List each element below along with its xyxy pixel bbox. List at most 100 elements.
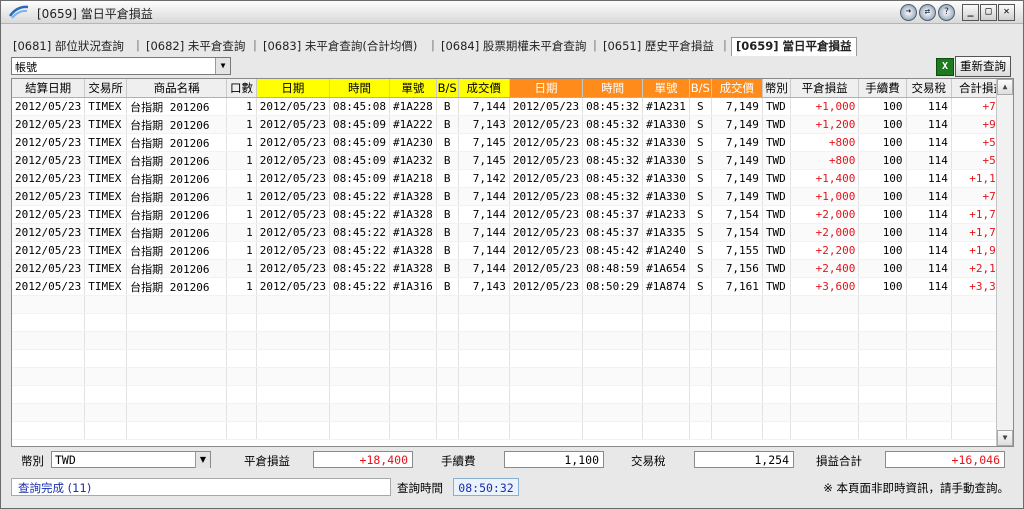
currency-select[interactable]: TWD ▼ (51, 451, 211, 468)
table-row[interactable]: 2012/05/23 TIMEX 台指期 201206 1 2012/05/23 08:4… (12, 259, 1013, 278)
scroll-up-icon[interactable]: ▲ (997, 79, 1013, 95)
excel-export-button[interactable]: X (936, 58, 954, 76)
col-open-price[interactable]: 成交價 (458, 79, 510, 98)
title-bar[interactable]: [0659] 當日平倉損益 ➜ ⇄ ? _ □ ✕ (1, 1, 1023, 24)
col-fee[interactable]: 手續費 (858, 79, 907, 98)
col-close-time[interactable]: 時間 (582, 79, 644, 98)
empty-cell (126, 331, 228, 350)
tab-0651[interactable]: [0651] 歷史平倉損益 (603, 38, 714, 55)
empty-cell (12, 421, 86, 440)
table-cell: 台指期 201206 (126, 259, 228, 278)
table-cell: 1 (226, 115, 257, 134)
empty-cell (858, 313, 907, 332)
table-cell: B (436, 169, 459, 188)
table-row[interactable]: 2012/05/23 TIMEX 台指期 201206 1 2012/05/23 08:4… (12, 205, 1013, 224)
col-open-date[interactable]: 日期 (256, 79, 331, 98)
empty-cell (642, 403, 690, 422)
account-select[interactable]: 帳號 ▼ (11, 57, 231, 75)
empty-cell (509, 313, 584, 332)
chevron-down-icon[interactable]: ▼ (215, 58, 230, 74)
table-cell: TIMEX (84, 97, 128, 116)
col-close-order[interactable]: 單號 (642, 79, 690, 98)
empty-cell (582, 385, 644, 404)
table-row[interactable]: 2012/05/23 TIMEX 台指期 201206 1 2012/05/23 08:4… (12, 133, 1013, 152)
close-button[interactable]: ✕ (998, 4, 1015, 21)
table-cell: 2012/05/23 (509, 133, 584, 152)
table-row[interactable]: 2012/05/23 TIMEX 台指期 201206 1 2012/05/23 08:4… (12, 277, 1013, 296)
col-open-order[interactable]: 單號 (389, 79, 437, 98)
manual-query-note: ※ 本頁面非即時資訊，請手動查詢。 (823, 481, 1009, 495)
forward-icon[interactable]: ➜ (900, 4, 917, 21)
empty-cell (711, 349, 763, 368)
table-cell: 08:45:22 (329, 223, 390, 242)
empty-cell (458, 421, 510, 440)
table-cell: 2012/05/23 (509, 115, 584, 134)
table-cell: 08:45:22 (329, 187, 390, 206)
table-row[interactable]: 2012/05/23 TIMEX 台指期 201206 1 2012/05/23 08:4… (12, 169, 1013, 188)
table-row[interactable]: 2012/05/23 TIMEX 台指期 201206 1 2012/05/23 08:4… (12, 115, 1013, 134)
tab-0683[interactable]: [0683] 未平倉查詢(合計均價) (263, 38, 417, 55)
empty-cell (329, 385, 390, 404)
table-row[interactable]: 2012/05/23 TIMEX 台指期 201206 1 2012/05/23 08:4… (12, 241, 1013, 260)
table-cell: 114 (906, 223, 952, 242)
empty-cell (84, 295, 128, 314)
empty-cell (711, 313, 763, 332)
status-message: 查詢完成 (11) (11, 478, 391, 496)
empty-cell (329, 349, 390, 368)
empty-cell (689, 295, 712, 314)
table-row[interactable]: 2012/05/23 TIMEX 台指期 201206 1 2012/05/23 08:4… (12, 151, 1013, 170)
empty-cell (689, 367, 712, 386)
empty-cell (436, 403, 459, 422)
table-row[interactable]: 2012/05/23 TIMEX 台指期 201206 1 2012/05/23 08:4… (12, 187, 1013, 206)
tab-0659[interactable]: [0659] 當日平倉損益 (731, 37, 857, 56)
status-bar: 查詢完成 (11) 查詢時間 08:50:32 ※ 本頁面非即時資訊，請手動查詢… (1, 477, 1023, 497)
maximize-button[interactable]: □ (980, 4, 997, 21)
table-cell: S (689, 223, 712, 242)
table-cell: 2012/05/23 (12, 133, 86, 152)
vertical-scrollbar[interactable]: ▲ ▼ (996, 79, 1013, 446)
table-row[interactable]: 2012/05/23 TIMEX 台指期 201206 1 2012/05/23 08:4… (12, 97, 1013, 116)
col-close-date[interactable]: 日期 (509, 79, 584, 98)
tab-0681[interactable]: [0681] 部位狀況查詢 (13, 38, 124, 55)
empty-cell (389, 403, 437, 422)
table-cell: #1A232 (389, 151, 437, 170)
empty-cell (509, 367, 584, 386)
tab-0684[interactable]: [0684] 股票期權未平倉查詢 (441, 38, 586, 55)
table-cell: TIMEX (84, 259, 128, 278)
table-cell: 2012/05/23 (256, 133, 331, 152)
col-settle-date[interactable]: 結算日期 (12, 79, 86, 98)
chevron-down-icon[interactable]: ▼ (195, 452, 210, 468)
scroll-down-icon[interactable]: ▼ (997, 430, 1013, 446)
col-open-bs[interactable]: B/S (436, 79, 459, 98)
empty-cell (12, 367, 86, 386)
col-exchange[interactable]: 交易所 (84, 79, 128, 98)
empty-cell (509, 295, 584, 314)
table-row[interactable]: 2012/05/23 TIMEX 台指期 201206 1 2012/05/23 08:4… (12, 223, 1013, 242)
empty-row (12, 313, 1013, 332)
col-open-time[interactable]: 時間 (329, 79, 390, 98)
tab-0682[interactable]: [0682] 未平倉查詢 (146, 38, 245, 55)
swap-icon[interactable]: ⇄ (919, 4, 936, 21)
empty-cell (582, 421, 644, 440)
empty-cell (84, 349, 128, 368)
col-close-price[interactable]: 成交價 (711, 79, 763, 98)
col-realized-pnl[interactable]: 平倉損益 (790, 79, 860, 98)
table-cell: S (689, 259, 712, 278)
empty-cell (858, 403, 907, 422)
empty-cell (84, 385, 128, 404)
table-cell: 2012/05/23 (509, 187, 584, 206)
table-cell: S (689, 169, 712, 188)
col-close-bs[interactable]: B/S (689, 79, 712, 98)
pnl-grid[interactable]: 結算日期 交易所 商品名稱 口數 日期 時間 單號 B/S 成交價 日期 時間 … (11, 78, 1014, 447)
col-tax[interactable]: 交易稅 (906, 79, 952, 98)
empty-cell (689, 385, 712, 404)
minimize-button[interactable]: _ (962, 4, 979, 21)
table-cell: 2012/05/23 (256, 277, 331, 296)
help-icon[interactable]: ? (938, 4, 955, 21)
table-cell: 100 (858, 223, 907, 242)
col-product[interactable]: 商品名稱 (126, 79, 228, 98)
col-currency[interactable]: 幣別 (762, 79, 791, 98)
col-qty[interactable]: 口數 (226, 79, 257, 98)
empty-cell (582, 313, 644, 332)
requery-button[interactable]: 重新查詢 (955, 56, 1011, 77)
